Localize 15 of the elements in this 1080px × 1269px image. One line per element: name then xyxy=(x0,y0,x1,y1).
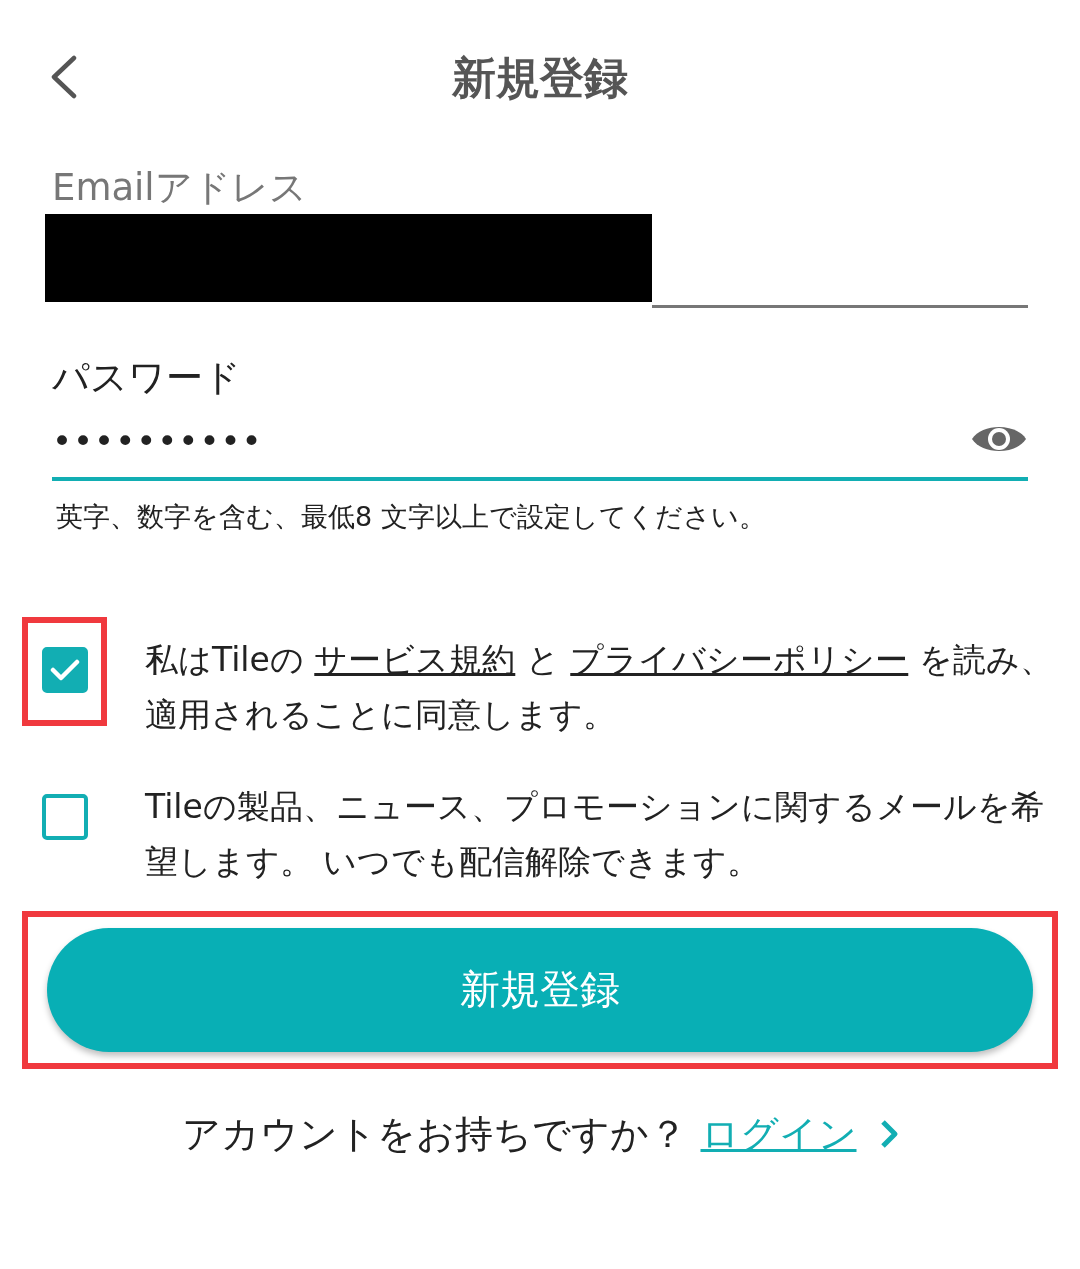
password-field[interactable]: •••••••••• xyxy=(52,400,1028,481)
page-title: 新規登録 xyxy=(452,50,628,105)
agreement-text: Tileの製品、ニュース、プロモーションに関するメールを希望します。 いつでも配信解除できます。 xyxy=(145,785,1045,883)
chevron-right-icon[interactable] xyxy=(878,1119,899,1150)
field-label: パスワード xyxy=(52,356,242,401)
checkbox[interactable] xyxy=(41,646,88,693)
hint-text: 英字、数字を含む、最低8 文字以上で設定してください。 xyxy=(56,499,767,534)
checkbox[interactable] xyxy=(41,793,88,840)
password-value: •••••••••• xyxy=(52,419,264,461)
agreement-text: 私はTileの サービス規約 と プライバシーポリシー を読み、適用されることに同意します。 xyxy=(145,638,1054,736)
login-question: アカウントをお持ちですか？ xyxy=(181,1110,687,1158)
field-label: Emailアドレス xyxy=(52,166,308,211)
check-icon xyxy=(49,657,80,682)
terms-link[interactable]: サービス規約 xyxy=(314,639,516,679)
terms-link[interactable]: プライバシーポリシー xyxy=(570,639,909,679)
